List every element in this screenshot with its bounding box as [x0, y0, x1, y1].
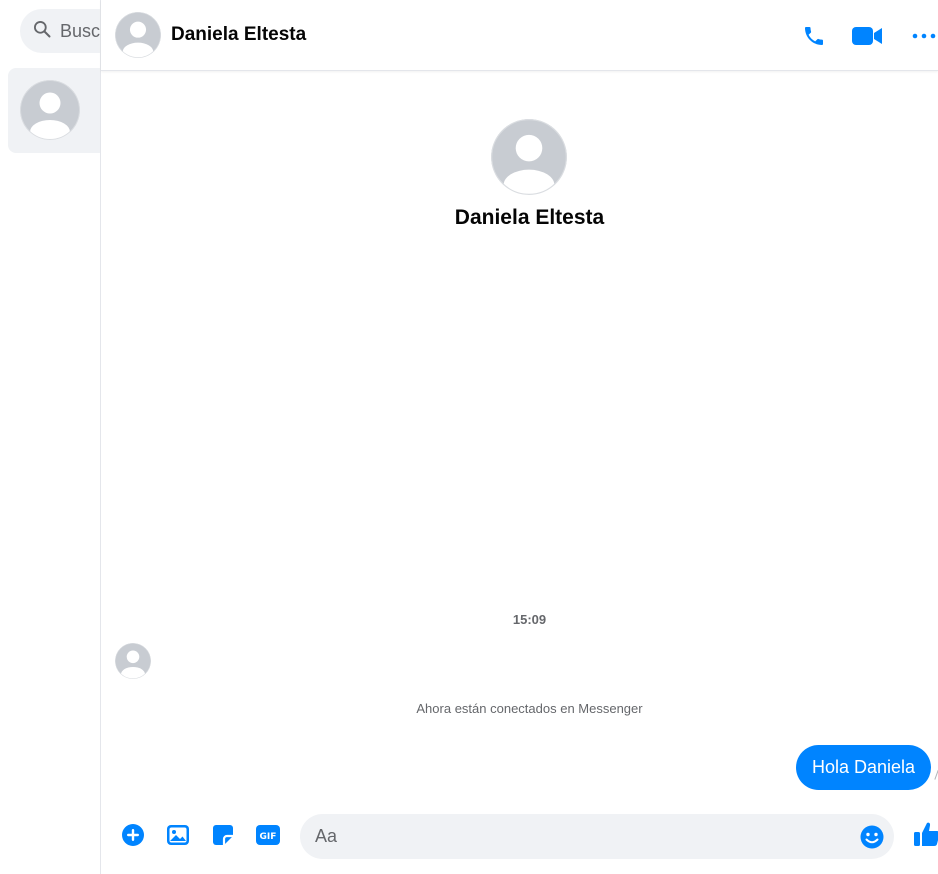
more-dots-icon: [912, 32, 936, 40]
profile-avatar[interactable]: [491, 119, 567, 195]
more-actions-button[interactable]: [120, 823, 146, 852]
image-icon: [166, 824, 190, 851]
message-field[interactable]: [300, 814, 894, 859]
emoji-icon: [859, 825, 885, 854]
contact-name[interactable]: Daniela Eltesta: [171, 24, 306, 46]
message-composer: GIF: [101, 812, 938, 862]
voice-call-button[interactable]: [799, 21, 829, 51]
search-input[interactable]: [60, 20, 100, 42]
contact-avatar[interactable]: [115, 12, 161, 58]
avatar: [20, 80, 80, 140]
svg-text:GIF: GIF: [260, 832, 277, 842]
more-options-button[interactable]: [909, 21, 938, 51]
sender-avatar: [115, 643, 151, 679]
plus-circle-icon: [121, 823, 145, 852]
conversation-sidebar: [0, 0, 101, 874]
chat-header: Daniela Eltesta: [101, 0, 938, 71]
message-input[interactable]: [315, 814, 845, 859]
attach-image-button[interactable]: [165, 824, 191, 850]
sticker-button[interactable]: [210, 824, 236, 850]
conversation-list-item[interactable]: [8, 68, 100, 153]
sent-message-bubble[interactable]: Hola Daniela: [796, 745, 932, 790]
messenger-app: Daniela Eltesta Daniela Eltest: [0, 0, 938, 874]
chat-panel: Daniela Eltesta Daniela Eltesta 15:09 Ah…: [101, 0, 938, 874]
gif-icon: GIF: [255, 824, 281, 851]
sent-status-indicator: [934, 769, 938, 781]
phone-icon: [802, 24, 826, 48]
search-box[interactable]: [20, 9, 100, 53]
emoji-button[interactable]: [859, 824, 885, 850]
send-like-button[interactable]: [913, 822, 938, 850]
message-timestamp: 15:09: [512, 612, 547, 627]
profile-name: Daniela Eltesta: [454, 206, 605, 229]
gif-button[interactable]: GIF: [255, 824, 281, 850]
video-camera-icon: [851, 25, 883, 47]
system-message: Ahora están conectados en Messenger: [416, 701, 643, 716]
thumbs-up-icon: [913, 820, 938, 853]
sticker-icon: [211, 823, 235, 852]
video-call-button[interactable]: [852, 21, 882, 51]
search-icon: [32, 19, 52, 44]
